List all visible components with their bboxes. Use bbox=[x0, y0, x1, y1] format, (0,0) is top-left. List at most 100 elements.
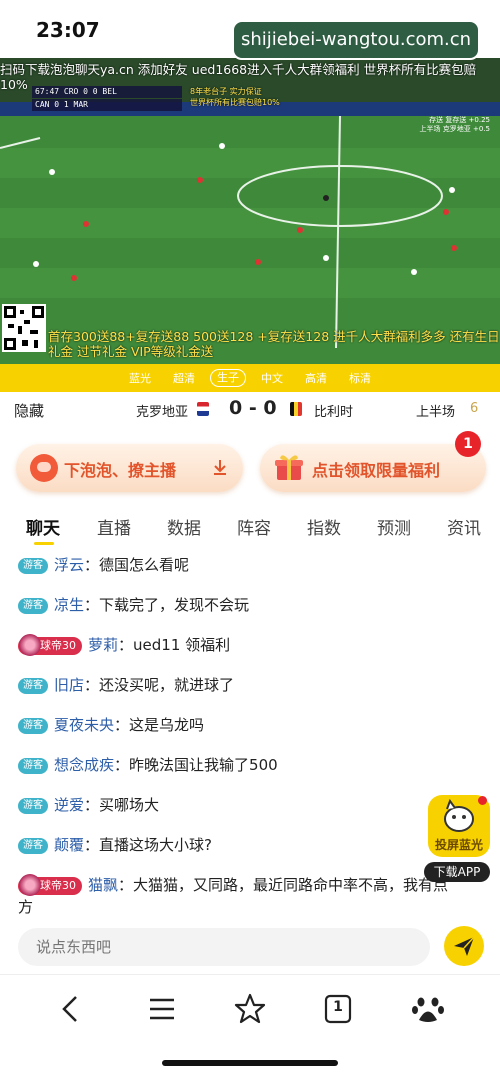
bubble-icon bbox=[30, 454, 58, 482]
tab-count: 1 bbox=[333, 999, 343, 1015]
team-right-name: 比利时 bbox=[314, 405, 354, 420]
chat-message: 游客 夏夜未央：这是乌龙吗 bbox=[18, 714, 204, 735]
promo-ticker-bottom: 首存300送88+复存送88 500送128 +复存送128 进千人大群福利多多… bbox=[48, 329, 500, 359]
quality-option[interactable]: 蓝光 bbox=[118, 370, 162, 386]
menu-icon[interactable] bbox=[144, 991, 180, 1027]
tab-lineup[interactable]: 阵容 bbox=[237, 514, 271, 539]
match-period: 上半场 bbox=[416, 405, 456, 420]
chat-text: ued11 领福利 bbox=[133, 636, 231, 654]
guest-tag: 游客 bbox=[18, 718, 48, 734]
chat-message: 游客 凉生：下载完了，发现不会玩 bbox=[18, 594, 249, 615]
chat-message: 球帝30 萝莉：ued11 领福利 bbox=[18, 634, 231, 656]
promo-right-line-2: 上半场 克罗地亚 +0.5 bbox=[419, 125, 490, 133]
chat-username[interactable]: 逆爱 bbox=[54, 796, 84, 814]
cast-label: 投屏蓝光 bbox=[434, 838, 483, 852]
chat-message: 游客 逆爱：买哪场大 bbox=[18, 794, 159, 815]
tv-scoreboard: 67:47 CRO 0 0 BEL CAN 0 1 MAR bbox=[32, 86, 182, 112]
guest-tag: 游客 bbox=[18, 838, 48, 854]
tab-chat[interactable]: 聊天 bbox=[26, 514, 60, 539]
match-score-row: 隐藏 克罗地亚 0 - 0 比利时 上半场 6 bbox=[0, 392, 500, 428]
vip-tag: 球帝30 bbox=[18, 634, 82, 656]
send-icon bbox=[454, 936, 475, 956]
chat-username[interactable]: 颠覆 bbox=[54, 836, 84, 854]
back-icon[interactable] bbox=[54, 991, 90, 1027]
chat-message: 游客 颠覆：直播这场大小球? bbox=[18, 834, 212, 855]
chat-username[interactable]: 旧店 bbox=[54, 676, 84, 694]
quality-option[interactable]: 中文 bbox=[250, 370, 294, 386]
guest-tag: 游客 bbox=[18, 598, 48, 614]
match-period-number: 6 bbox=[470, 401, 479, 416]
team-left-name: 克罗地亚 bbox=[136, 405, 189, 420]
tab-odds[interactable]: 指数 bbox=[307, 514, 341, 539]
hide-button[interactable]: 隐藏 bbox=[14, 400, 44, 421]
chat-list[interactable]: 游客 浮云：德国怎么看呢 游客 凉生：下载完了，发现不会玩 球帝30 萝莉：ued11… bbox=[0, 548, 500, 916]
chat-text: 还没买呢，就进球了 bbox=[99, 676, 235, 694]
promo-right-line-1: 存送 复存送 +0.25 bbox=[429, 116, 490, 124]
chat-text: 大猫猫，又同路，最近同路命中率不高，我有点方 bbox=[18, 876, 449, 916]
promo-overlay: 8年老台子 实力保证 世界杯所有比赛包赔10% bbox=[190, 86, 280, 108]
video-player[interactable]: 扫码下载泡泡聊天ya.cn 添加好友 ued1668进入千人大群领福利 世界杯所… bbox=[0, 58, 500, 364]
chat-username[interactable]: 凉生 bbox=[54, 596, 84, 614]
promo-right-overlay: 存送 复存送 +0.25 上半场 克罗地亚 +0.5 bbox=[420, 116, 490, 134]
tab-prediction[interactable]: 预测 bbox=[377, 514, 411, 539]
chat-username[interactable]: 浮云 bbox=[54, 556, 84, 574]
chat-text: 下载完了，发现不会玩 bbox=[99, 596, 250, 614]
guest-tag: 游客 bbox=[18, 798, 48, 814]
browser-toolbar: 1 bbox=[0, 974, 500, 1044]
chat-text: 直播这场大小球? bbox=[99, 836, 212, 854]
download-icon bbox=[214, 460, 226, 475]
croatia-flag-icon bbox=[197, 402, 209, 416]
claim-bonus-label: 点击领取限量福利 bbox=[312, 461, 441, 480]
guest-tag: 游客 bbox=[18, 558, 48, 574]
chat-username[interactable]: 猫飘 bbox=[88, 876, 118, 894]
content-tabs: 聊天 直播 数据 阵容 指数 预测 资讯 bbox=[0, 508, 500, 545]
chat-message: 球帝30 猫飘：大猫猫，又同路，最近同路命中率不高，我有点方 bbox=[18, 874, 449, 916]
download-app-button[interactable]: 下载APP bbox=[424, 862, 490, 882]
claim-bonus-button[interactable]: 点击领取限量福利 bbox=[260, 444, 486, 492]
active-tab-indicator bbox=[34, 542, 54, 545]
chat-username[interactable]: 夏夜未央 bbox=[54, 716, 114, 734]
quality-option[interactable]: 超清 bbox=[162, 370, 206, 386]
tv-score-row-2: CAN 0 1 MAR bbox=[32, 99, 182, 111]
send-button[interactable] bbox=[444, 926, 484, 966]
chat-message: 游客 旧店：还没买呢，就进球了 bbox=[18, 674, 234, 695]
tab-news[interactable]: 资讯 bbox=[447, 514, 481, 539]
chat-input-bar bbox=[0, 920, 500, 974]
cast-notification-dot bbox=[478, 796, 487, 805]
tab-data[interactable]: 数据 bbox=[167, 514, 201, 539]
notification-badge: 1 bbox=[455, 431, 481, 457]
chat-message: 游客 想念成疾：昨晚法国让我输了500 bbox=[18, 754, 278, 775]
promo-ticker-top: 扫码下载泡泡聊天ya.cn 添加好友 ued1668进入千人大群领福利 世界杯所… bbox=[0, 62, 477, 77]
match-score: 0 - 0 bbox=[229, 397, 277, 419]
star-icon[interactable] bbox=[232, 991, 268, 1027]
status-time: 23:07 bbox=[36, 18, 100, 42]
quality-option-selected[interactable]: 生子 bbox=[210, 369, 246, 387]
tv-score-row-1: 67:47 CRO 0 0 BEL bbox=[32, 86, 182, 98]
chat-text: 昨晚法国让我输了500 bbox=[129, 756, 278, 774]
promo-overlay-line-2: 世界杯所有比赛包赔10% bbox=[190, 98, 280, 107]
quality-option[interactable]: 标清 bbox=[338, 370, 382, 386]
chat-input[interactable] bbox=[18, 928, 430, 966]
chat-username[interactable]: 萝莉 bbox=[88, 636, 118, 654]
home-indicator[interactable] bbox=[162, 1060, 338, 1066]
belgium-flag-icon bbox=[290, 402, 302, 416]
promo-overlay-line-1: 8年老台子 实力保证 bbox=[190, 87, 262, 96]
guest-tag: 游客 bbox=[18, 678, 48, 694]
qr-code-image bbox=[2, 304, 46, 352]
watermark-badge: shijiebei-wangtou.com.cn bbox=[232, 20, 480, 60]
chat-with-host-button[interactable]: 下泡泡、撩主播 bbox=[16, 444, 243, 492]
tab-live[interactable]: 直播 bbox=[97, 514, 131, 539]
quality-bar: 蓝光 超清 生子 中文 高清 标清 bbox=[0, 364, 500, 392]
chat-with-host-label: 下泡泡、撩主播 bbox=[64, 461, 177, 480]
chat-text: 买哪场大 bbox=[99, 796, 160, 814]
vip-tag: 球帝30 bbox=[18, 874, 82, 896]
quality-option[interactable]: 高清 bbox=[294, 370, 338, 386]
gift-icon bbox=[275, 455, 303, 480]
paw-icon[interactable] bbox=[410, 991, 446, 1027]
chat-text: 这是乌龙吗 bbox=[129, 716, 205, 734]
chat-message: 游客 浮云：德国怎么看呢 bbox=[18, 554, 189, 575]
chat-text: 德国怎么看呢 bbox=[99, 556, 190, 574]
guest-tag: 游客 bbox=[18, 758, 48, 774]
chat-username[interactable]: 想念成疾 bbox=[54, 756, 114, 774]
tabs-button[interactable]: 1 bbox=[320, 991, 356, 1027]
